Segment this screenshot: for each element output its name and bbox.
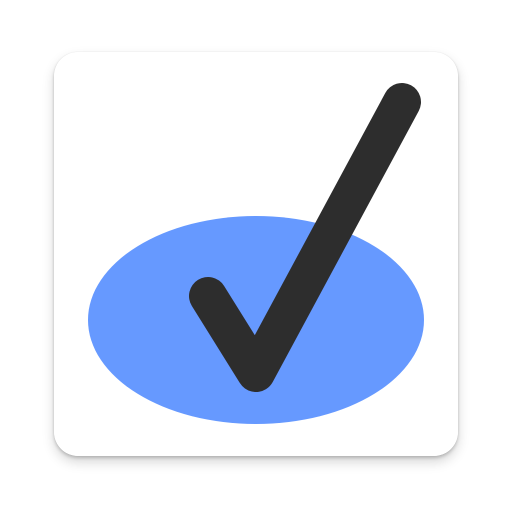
icon-canvas [0,0,512,512]
blue-ellipse-shape [88,216,424,424]
app-icon-graphic [54,52,458,456]
app-icon[interactable] [54,52,458,456]
